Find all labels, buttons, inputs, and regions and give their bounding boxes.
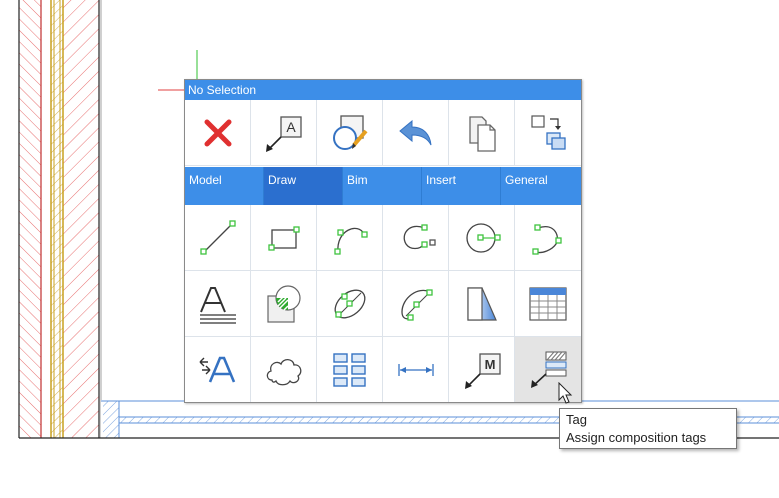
undo-button[interactable]	[383, 100, 449, 166]
quad-tabs: Model Draw Bim Insert General	[185, 167, 581, 205]
ellipse-icon	[334, 289, 365, 318]
text-style-button[interactable]	[185, 337, 251, 402]
draw-tools-row-1	[185, 205, 581, 271]
mtext-icon-letter: A	[286, 119, 296, 135]
text-annotation-icon: A	[265, 115, 302, 152]
array-icon	[332, 352, 366, 387]
tab-general[interactable]: General	[501, 167, 581, 205]
draw-tools-row-3: M	[185, 337, 581, 402]
mouse-pointer-icon	[558, 382, 573, 404]
arc-center-button[interactable]	[383, 205, 449, 271]
revision-cloud-icon	[266, 358, 301, 385]
array-button[interactable]	[317, 337, 383, 402]
arc-center-icon	[403, 223, 436, 249]
tab-model[interactable]: Model	[185, 167, 264, 205]
delete-x-icon	[204, 119, 231, 146]
table-button[interactable]	[515, 271, 581, 337]
hatch-icon	[266, 284, 301, 323]
tooltip-title: Tag	[566, 412, 587, 427]
copy-pages-icon	[468, 115, 496, 152]
delete-button[interactable]	[185, 100, 251, 166]
line-icon	[199, 219, 236, 255]
quad-menu: No Selection A Model Draw Bim Insert Gen…	[184, 79, 582, 403]
region-edit-button[interactable]	[317, 100, 383, 166]
region-edit-icon	[332, 114, 368, 150]
text-icon	[199, 286, 236, 324]
dimension-button[interactable]	[383, 337, 449, 402]
mtext-button[interactable]: A	[251, 100, 317, 166]
copy-button[interactable]	[449, 100, 515, 166]
hatch-button[interactable]	[251, 271, 317, 337]
arc-icon	[333, 227, 368, 255]
table-icon	[529, 286, 567, 321]
arc-button[interactable]	[317, 205, 383, 271]
tooltip: Tag Assign composition tags	[559, 408, 737, 449]
multileader-icon-letter: M	[484, 357, 495, 372]
polyline-button[interactable]	[515, 205, 581, 271]
polyline-icon	[532, 223, 562, 255]
tab-draw[interactable]: Draw	[264, 167, 343, 205]
rectangle-button[interactable]	[251, 205, 317, 271]
gradient-icon	[466, 286, 497, 321]
draw-tools-row-2	[185, 271, 581, 337]
tooltip-description: Assign composition tags	[566, 430, 707, 445]
copy-blocks-button[interactable]	[515, 100, 581, 166]
undo-arrow-icon	[398, 119, 431, 145]
line-button[interactable]	[185, 205, 251, 271]
circle-icon	[465, 222, 501, 253]
tab-insert[interactable]: Insert	[422, 167, 501, 205]
quad-header: No Selection	[185, 80, 581, 100]
multileader-button[interactable]: M	[449, 337, 515, 402]
circle-button[interactable]	[449, 205, 515, 271]
ellipse-arc-icon	[400, 288, 433, 321]
gradient-button[interactable]	[449, 271, 515, 337]
ellipse-arc-button[interactable]	[383, 271, 449, 337]
revision-cloud-button[interactable]	[251, 337, 317, 402]
rectangle-icon	[267, 225, 300, 251]
ellipse-button[interactable]	[317, 271, 383, 337]
copy-blocks-icon	[531, 114, 566, 150]
dimension-icon	[397, 363, 434, 376]
multileader-icon: M	[464, 352, 501, 389]
text-style-icon	[199, 356, 235, 382]
quick-commands-row: A	[185, 100, 581, 166]
wall-section	[18, 0, 102, 438]
text-button[interactable]	[185, 271, 251, 337]
tab-bim[interactable]: Bim	[343, 167, 422, 205]
